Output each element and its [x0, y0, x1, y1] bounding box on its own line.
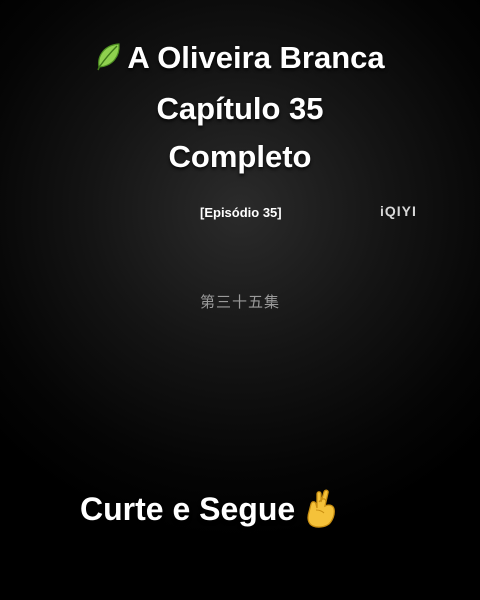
- leaf-icon: [95, 37, 123, 85]
- crossed-fingers-hand-icon: [303, 486, 341, 539]
- call-to-action-text: Curte e Segue: [80, 491, 296, 527]
- title-overlay: A Oliveira Branca Capítulo 35 Completo: [0, 34, 480, 181]
- call-to-action: Curte e Segue: [80, 486, 341, 539]
- video-frame: { "title": { "line1": "A Oliveira Branca…: [0, 0, 480, 600]
- episode-subtitle: [Episódio 35]: [200, 205, 282, 220]
- brand-watermark: iQIYI: [380, 203, 417, 219]
- title-line-1: A Oliveira Branca: [0, 34, 480, 85]
- completion-label: Completo: [168, 139, 312, 174]
- show-title: A Oliveira Branca: [127, 40, 385, 75]
- chapter-title: Capítulo 35: [156, 91, 324, 126]
- chinese-episode-caption: 第三十五集: [199, 293, 280, 311]
